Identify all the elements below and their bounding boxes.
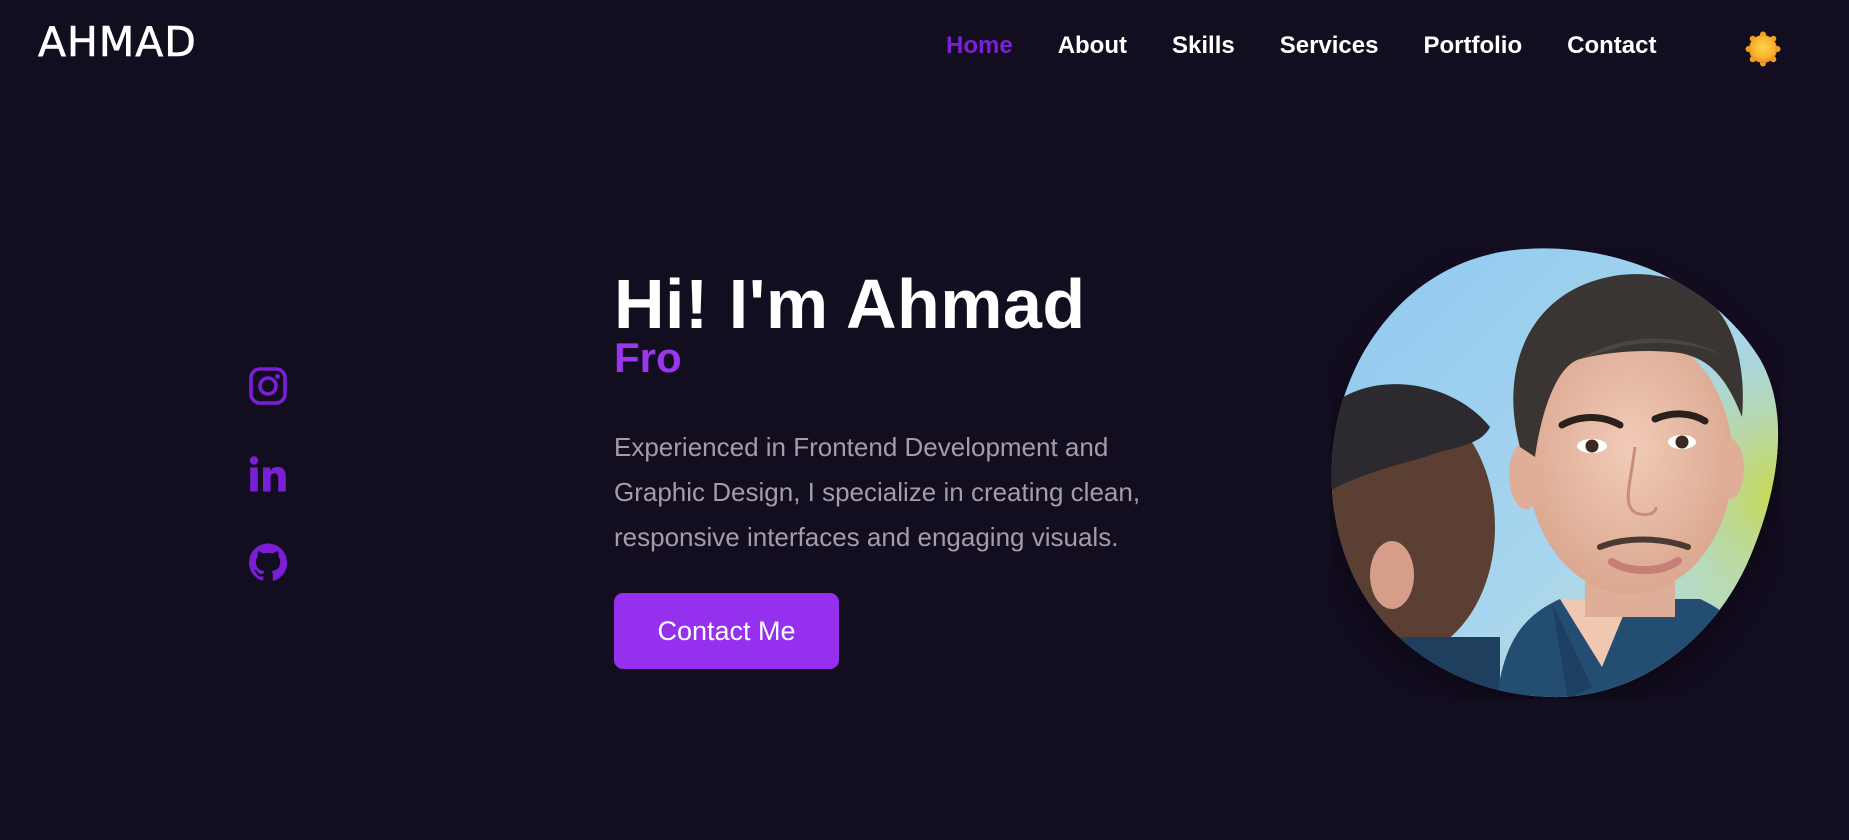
linkedin-link[interactable] [248,454,288,494]
site-logo[interactable]: AHMAD [38,21,197,63]
instagram-link[interactable] [248,366,288,406]
profile-photo-image [1331,248,1779,710]
theme-toggle-button[interactable] [1745,31,1781,67]
site-header: AHMAD Home About Skills Services Portfol… [0,0,1849,94]
profile-photo [1330,247,1782,710]
github-icon [249,543,288,581]
hero-title: Hi! I'm Ahmad [614,265,1086,343]
nav-portfolio-link[interactable]: Portfolio [1423,32,1522,60]
nav-home-link[interactable]: Home [946,32,1013,60]
hero-description: Experienced in Frontend Development and … [614,432,1141,552]
nav-contact-link[interactable]: Contact [1567,32,1656,60]
nav-skills-link[interactable]: Skills [1172,32,1235,60]
hero-section: Hi! I'm Ahmad Fro Experienced in Fronten… [614,262,1214,560]
social-links [248,366,292,630]
linkedin-icon [249,456,286,492]
nav-about-link[interactable]: About [1058,32,1127,60]
contact-me-button[interactable]: Contact Me [614,593,839,669]
sun-icon [1745,31,1781,67]
main-nav: Home About Skills Services Portfolio Con… [946,32,1701,60]
github-link[interactable] [248,542,288,582]
instagram-icon [249,367,287,405]
nav-services-link[interactable]: Services [1280,32,1379,60]
